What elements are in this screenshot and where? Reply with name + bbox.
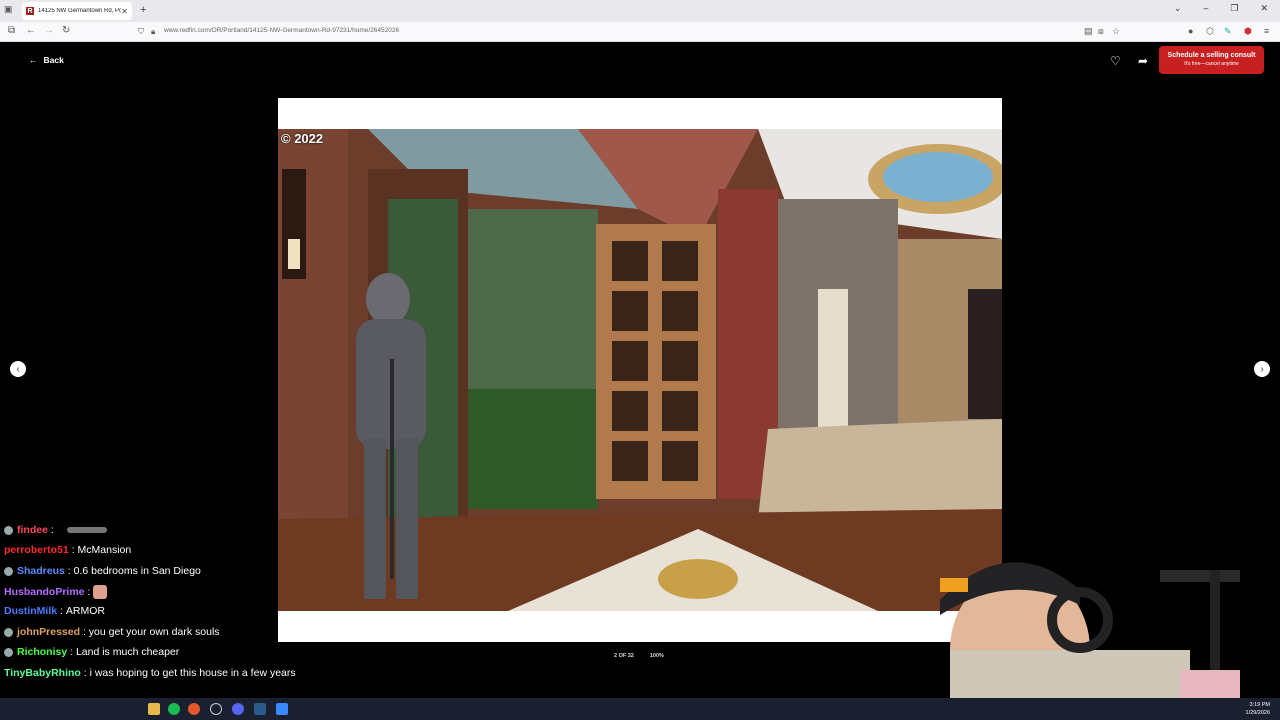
extension-icon[interactable]: ✎ xyxy=(1224,26,1232,37)
browser-tabbar: ▣ R 14125 NW Germantown Rd, Po ✕ + ⌄ – ❐… xyxy=(0,0,1280,22)
close-tab-icon[interactable]: ✕ xyxy=(121,7,128,16)
extension-icon[interactable]: ⬢ xyxy=(1244,26,1252,37)
emote-icon xyxy=(66,527,107,533)
schedule-consult-button[interactable]: Schedule a selling consult It's free—can… xyxy=(1159,46,1264,74)
back-button[interactable]: ← Back xyxy=(29,55,64,65)
chevron-right-icon: › xyxy=(1260,363,1264,375)
chat-text: 0.6 bedrooms in San Diego xyxy=(73,565,201,577)
chat-badge-icon xyxy=(4,647,13,657)
prev-photo-button[interactable]: ‹ xyxy=(10,361,26,377)
entry-hall-image xyxy=(278,129,1002,611)
file-explorer-icon[interactable] xyxy=(148,703,160,715)
cta-title: Schedule a selling consult xyxy=(1167,52,1256,59)
chat-message: DustinMilk : ARMOR xyxy=(4,605,105,617)
webcam-overlay xyxy=(930,530,1280,720)
chat-user: HusbandoPrime xyxy=(4,586,85,598)
steam-icon[interactable] xyxy=(254,703,266,715)
photo-status: 2 OF 32 100% xyxy=(614,653,664,659)
chat-text: i was hoping to get this house in a few … xyxy=(89,667,296,679)
chat-user: TinyBabyRhino xyxy=(4,667,81,679)
chat-text: you get your own dark souls xyxy=(88,626,220,638)
tab-title: 14125 NW Germantown Rd, Po xyxy=(38,8,122,14)
firefox-icon[interactable] xyxy=(188,703,200,715)
back-label: Back xyxy=(43,55,64,65)
chat-message: HusbandoPrime : xyxy=(4,585,108,599)
address-bar[interactable]: www.redfin.com/OR/Portland/14125-NW-Germ… xyxy=(164,27,399,34)
chat-user: johnPressed xyxy=(17,626,81,638)
emote-icon xyxy=(93,585,108,599)
chat-message: Shadreus : 0.6 bedrooms in San Diego xyxy=(4,565,201,577)
star-icon[interactable]: ☆ xyxy=(1112,26,1120,37)
clock-date: 1/29/2026 xyxy=(1245,710,1270,716)
back-arrow-icon[interactable]: ← xyxy=(26,25,36,36)
arrow-left-icon: ← xyxy=(29,55,38,65)
listing-photo[interactable]: © 2022 xyxy=(278,129,1002,611)
chat-user: DustinMilk xyxy=(4,605,58,617)
spotify-icon[interactable] xyxy=(168,703,180,715)
sidebar-icon[interactable]: ⧉ xyxy=(8,25,15,36)
stream-chat: findee : perroberto51 : McMansion Shadre… xyxy=(0,504,316,715)
obs-icon[interactable] xyxy=(210,703,222,715)
chat-text: McMansion xyxy=(77,544,132,556)
chevron-down-icon[interactable]: ⌄ xyxy=(1174,3,1182,14)
chat-message: Richonisy : Land is much cheaper xyxy=(4,646,179,658)
chat-user: perroberto51 xyxy=(4,544,69,556)
redfin-favicon-icon: R xyxy=(26,7,34,15)
clock-time: 3:19 PM xyxy=(1249,702,1270,708)
reload-icon[interactable]: ↻ xyxy=(62,25,70,36)
close-window-icon[interactable]: ✕ xyxy=(1260,3,1268,14)
share-icon[interactable]: ➦ xyxy=(1138,54,1148,68)
heart-icon[interactable]: ♡ xyxy=(1110,54,1121,68)
discord-icon[interactable] xyxy=(232,703,244,715)
browser-navbar: ⧉ ← → ↻ ⛉ 🔒︎ www.redfin.com/OR/Portland/… xyxy=(0,22,1280,42)
restore-icon[interactable]: ❐ xyxy=(1230,3,1238,14)
chat-text: Land is much cheaper xyxy=(75,646,180,658)
tab-list-icon[interactable]: ▣ xyxy=(4,4,13,15)
chat-user: findee xyxy=(17,524,48,536)
photo-copyright: © 2022 xyxy=(281,131,324,146)
chat-user: Richonisy xyxy=(17,646,68,658)
chat-text: ARMOR xyxy=(65,605,105,617)
shield-icon[interactable]: ⛉ xyxy=(138,27,144,37)
chat-message: TinyBabyRhino : i was hoping to get this… xyxy=(4,667,296,679)
chat-badge-icon xyxy=(4,566,13,576)
chevron-left-icon: ‹ xyxy=(16,363,20,375)
new-tab-icon[interactable]: + xyxy=(140,4,146,16)
chat-badge-icon xyxy=(4,525,13,535)
chat-badge-icon xyxy=(4,627,13,637)
cta-subtitle: It's free—cancel anytime xyxy=(1184,61,1239,67)
window-controls: ⌄ – ❐ ✕ xyxy=(1174,3,1268,14)
photo-frame: © 2022 xyxy=(278,98,1002,642)
chat-user: Shadreus xyxy=(17,565,65,577)
picture-in-picture-icon[interactable]: ⧈ xyxy=(1098,26,1104,37)
system-clock[interactable]: 3:19 PM 1/29/2026 xyxy=(1246,701,1270,717)
lock-icon[interactable]: 🔒︎ xyxy=(151,27,155,37)
streamer-image xyxy=(940,562,1240,720)
zoom-level: 100% xyxy=(649,653,664,659)
chat-message: johnPressed : you get your own dark soul… xyxy=(4,626,220,638)
extension-icon[interactable]: ● xyxy=(1188,26,1193,36)
notepad-icon[interactable] xyxy=(276,703,288,715)
extension-icon[interactable]: ⬡ xyxy=(1206,26,1214,37)
chat-message: findee : xyxy=(4,524,107,536)
menu-icon[interactable]: ≡ xyxy=(1264,26,1269,36)
forward-arrow-icon[interactable]: → xyxy=(44,25,54,36)
reader-view-icon[interactable]: ▤ xyxy=(1084,26,1093,37)
chat-message: perroberto51 : McMansion xyxy=(4,544,132,556)
photo-counter: 2 OF 32 xyxy=(614,653,634,659)
next-photo-button[interactable]: › xyxy=(1254,361,1270,377)
minimize-icon[interactable]: – xyxy=(1203,3,1208,14)
browser-tab[interactable]: R 14125 NW Germantown Rd, Po ✕ xyxy=(22,2,132,20)
taskbar: 3:19 PM 1/29/2026 xyxy=(0,698,1280,720)
